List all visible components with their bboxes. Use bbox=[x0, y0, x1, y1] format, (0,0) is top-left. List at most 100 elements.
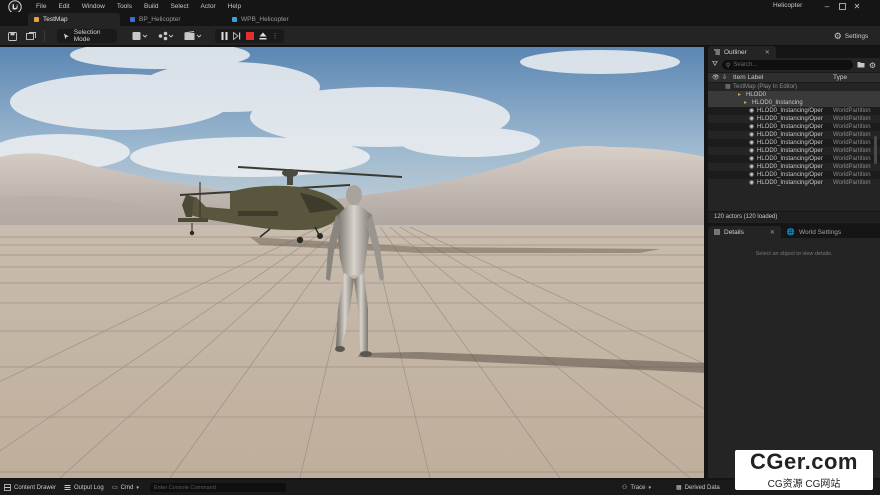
level-icon: ▦ bbox=[725, 84, 731, 90]
outliner-row[interactable]: ◉ HLOD0_Instancing/Oper WorldPartition bbox=[708, 171, 880, 179]
console-command-input[interactable]: Enter Console Command bbox=[150, 483, 286, 492]
close-window-icon[interactable]: ✕ bbox=[850, 0, 864, 12]
pin-column-icon[interactable]: ⇩ bbox=[722, 74, 727, 81]
outliner-row[interactable]: ◉ HLOD0_Instancing/Oper WorldPartition bbox=[708, 115, 880, 123]
app-title: Helicopter bbox=[773, 2, 803, 9]
watermark-sub-text: CG资源 CG网站 bbox=[767, 479, 841, 490]
outliner-status: 120 actors (120 loaded) bbox=[708, 211, 880, 222]
outliner-row-label: HLOD0 bbox=[746, 91, 767, 98]
viewport-scene[interactable] bbox=[0, 47, 706, 478]
outliner-row[interactable]: ◉ HLOD0_Instancing/Oper WorldPartition bbox=[708, 139, 880, 147]
menu-tools[interactable]: Tools bbox=[111, 3, 138, 10]
outliner-row-type: WorldPartition bbox=[833, 107, 871, 114]
watermark-main-text: CGer.com bbox=[750, 449, 858, 474]
output-log-icon bbox=[64, 485, 71, 490]
output-log-label: Output Log bbox=[74, 484, 104, 491]
selection-mode-dropdown[interactable]: Selection Mode bbox=[57, 29, 117, 43]
tab-label: TestMap bbox=[43, 16, 68, 23]
outliner-row-type: WorldPartition bbox=[833, 171, 871, 178]
details-tab[interactable]: Details ✕ bbox=[708, 226, 781, 238]
cmd-dropdown[interactable]: ▭ Cmd ▾ bbox=[112, 482, 139, 493]
outliner-row-label: HLOD0_Instancing/Oper bbox=[757, 155, 823, 162]
outliner-row[interactable]: ◉ HLOD0_Instancing/Oper WorldPartition bbox=[708, 179, 880, 187]
outliner-row[interactable]: ◉ HLOD0_Instancing/Oper WorldPartition bbox=[708, 131, 880, 139]
outliner-row-label: TestMap (Play In Editor) bbox=[733, 83, 798, 90]
save-icon[interactable] bbox=[6, 30, 18, 42]
blueprints-button[interactable] bbox=[156, 30, 176, 42]
frame-skip-icon[interactable] bbox=[232, 30, 242, 42]
outliner-row[interactable]: ▦ TestMap (Play In Editor) bbox=[708, 83, 880, 91]
pause-icon[interactable] bbox=[219, 30, 229, 42]
actor-icon: ◉ bbox=[749, 156, 755, 162]
type-column[interactable]: Type bbox=[833, 74, 847, 81]
level-viewport[interactable] bbox=[0, 47, 706, 478]
outliner-row[interactable]: ◉ HLOD0_Instancing/Oper WorldPartition bbox=[708, 163, 880, 171]
outliner-row-label: HLOD0_Instancing/Oper bbox=[757, 107, 823, 114]
derived-data-button[interactable]: ▦ Derived Data bbox=[676, 482, 720, 493]
tab-wpb-helicopter[interactable]: WPB_Helicopter bbox=[226, 13, 326, 26]
menu-build[interactable]: Build bbox=[138, 3, 164, 10]
outliner-row[interactable]: ◉ HLOD0_Instancing/Oper WorldPartition bbox=[708, 107, 880, 115]
content-drawer-button[interactable]: Content Drawer bbox=[4, 482, 56, 493]
eject-icon[interactable] bbox=[258, 30, 268, 42]
tab-label: WPB_Helicopter bbox=[241, 16, 289, 23]
world-settings-tab[interactable]: 🌐 World Settings bbox=[781, 226, 847, 238]
trace-dropdown[interactable]: ⚇ Trace ▾ bbox=[622, 482, 651, 493]
outliner-scrollbar[interactable] bbox=[874, 136, 877, 164]
maximize-icon[interactable] bbox=[835, 0, 849, 12]
visibility-column-icon[interactable]: 👁 bbox=[712, 74, 720, 81]
menu-actor[interactable]: Actor bbox=[195, 3, 222, 10]
menu-help[interactable]: Help bbox=[222, 3, 247, 10]
outliner-row[interactable]: ◉ HLOD0_Instancing/Oper WorldPartition bbox=[708, 147, 880, 155]
close-tab-icon[interactable]: ✕ bbox=[770, 229, 775, 236]
document-tabs: TestMap BP_Helicopter WPB_Helicopter bbox=[0, 12, 880, 26]
outliner-row[interactable]: ◉ HLOD0_Instancing/Oper WorldPartition bbox=[708, 123, 880, 131]
widget-blueprint-icon bbox=[232, 17, 237, 22]
outliner-row-label: HLOD0_Instancing/Oper bbox=[757, 115, 823, 122]
outliner-row-label: HLOD0_Instancing/Oper bbox=[757, 171, 823, 178]
add-folder-icon[interactable] bbox=[857, 61, 865, 70]
stop-icon[interactable] bbox=[245, 30, 255, 42]
outliner-row[interactable]: ◉ HLOD0_Instancing/Oper WorldPartition bbox=[708, 155, 880, 163]
menu-select[interactable]: Select bbox=[164, 3, 194, 10]
menu-window[interactable]: Window bbox=[76, 3, 111, 10]
outliner-row-type: WorldPartition bbox=[833, 179, 871, 186]
actor-icon: ◉ bbox=[749, 132, 755, 138]
outliner-row-type: WorldPartition bbox=[833, 155, 871, 162]
output-log-button[interactable]: Output Log bbox=[64, 482, 104, 493]
menu-edit[interactable]: Edit bbox=[52, 3, 75, 10]
outliner-row[interactable]: ▸ HLOD0 bbox=[708, 91, 880, 99]
browse-content-icon[interactable] bbox=[24, 30, 38, 42]
console-placeholder: Enter Console Command bbox=[154, 484, 216, 491]
tab-bp-helicopter[interactable]: BP_Helicopter bbox=[124, 13, 224, 26]
item-label-column[interactable]: Item Label bbox=[733, 74, 763, 81]
menu-file[interactable]: File bbox=[30, 3, 52, 10]
outliner-row-label: HLOD0_Instancing/Oper bbox=[757, 139, 823, 146]
outliner-search-input[interactable]: ⚲ Search... bbox=[721, 60, 853, 70]
outliner-row-label: HLOD0_Instancing/Oper bbox=[757, 131, 823, 138]
search-placeholder: Search... bbox=[733, 62, 758, 68]
settings-button[interactable]: ⚙ Settings bbox=[831, 30, 871, 42]
outliner-settings-icon[interactable]: ⚙ bbox=[869, 61, 876, 70]
level-icon bbox=[34, 17, 39, 22]
tab-testmap[interactable]: TestMap bbox=[28, 13, 120, 26]
toolbar-separator bbox=[44, 30, 45, 42]
trace-label: Trace bbox=[630, 484, 646, 491]
outliner-row-type: WorldPartition bbox=[833, 115, 871, 122]
world-settings-tab-label: World Settings bbox=[799, 228, 842, 236]
actor-icon: ◉ bbox=[749, 108, 755, 114]
menu-bar: File Edit Window Tools Build Select Acto… bbox=[0, 0, 880, 14]
add-actor-button[interactable] bbox=[130, 30, 150, 42]
details-tab-label: Details bbox=[724, 228, 744, 236]
filter-icon[interactable]: ⛛ bbox=[712, 61, 718, 69]
minimize-icon[interactable]: – bbox=[820, 0, 834, 12]
close-tab-icon[interactable]: ✕ bbox=[765, 49, 770, 56]
folder-icon: ▸ bbox=[738, 92, 742, 98]
outliner-row[interactable]: ▸ HLOD0_Instancing bbox=[708, 99, 880, 107]
play-controls: ⋮ bbox=[215, 29, 284, 43]
selection-mode-label: Selection Mode bbox=[73, 29, 101, 43]
play-options-icon[interactable]: ⋮ bbox=[271, 30, 279, 42]
outliner-tab[interactable]: Outliner ✕ bbox=[708, 46, 776, 58]
outliner-column-header: 👁 ⇩ Item Label Type bbox=[708, 72, 880, 83]
cinematics-button[interactable] bbox=[182, 30, 204, 42]
